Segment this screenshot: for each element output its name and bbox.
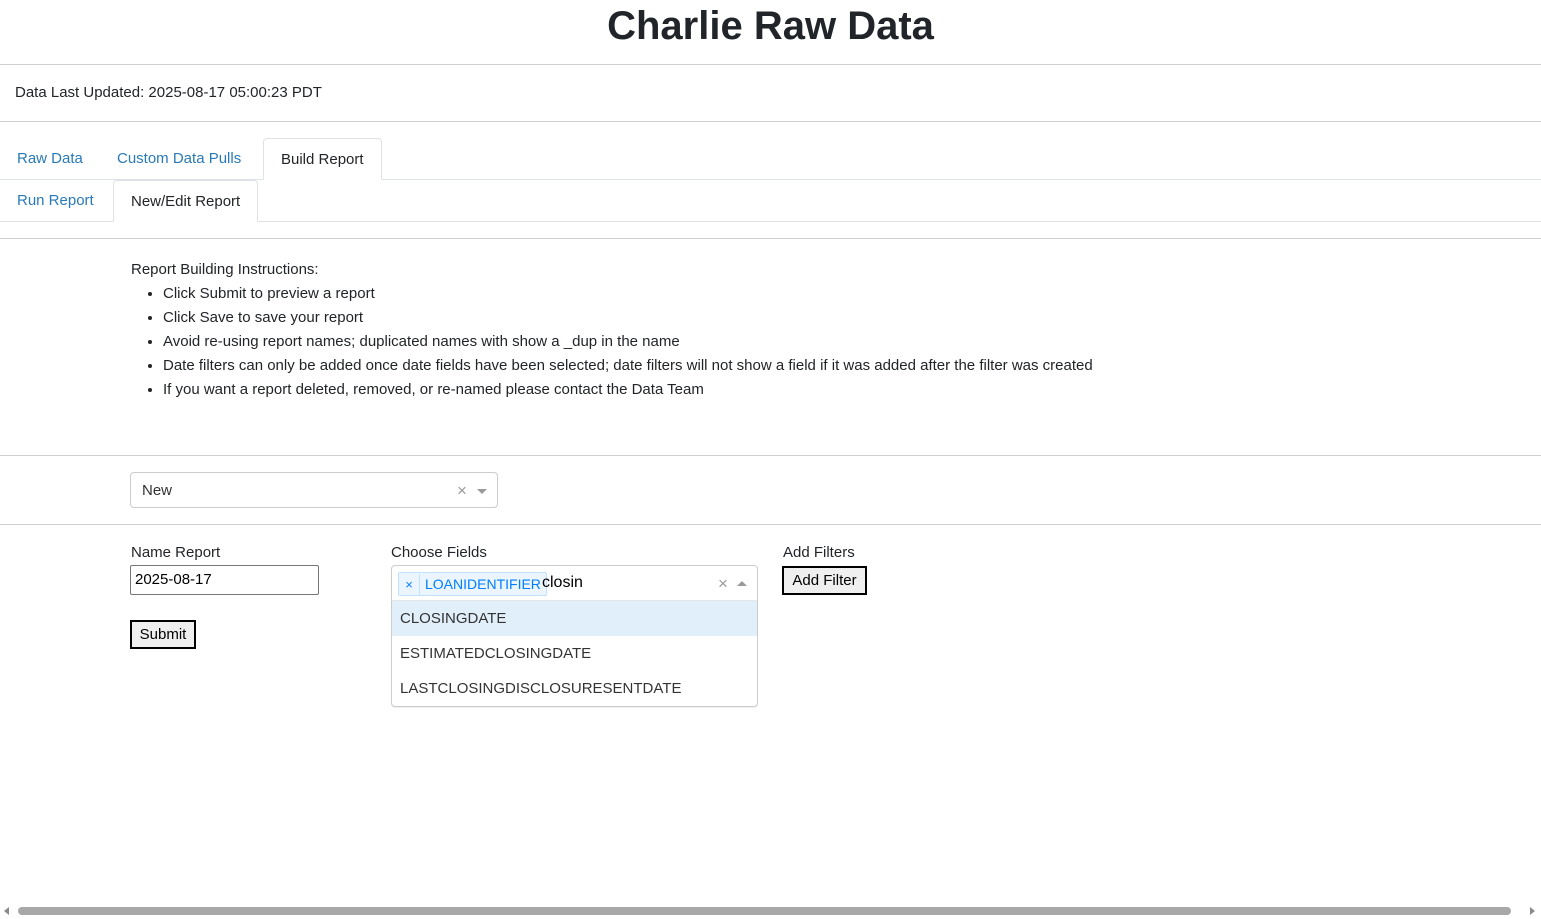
divider (0, 121, 1541, 122)
instruction-item: If you want a report deleted, removed, o… (163, 378, 1111, 402)
instruction-item: Avoid re-using report names; duplicated … (163, 330, 1111, 354)
fields-dropdown-menu: CLOSINGDATE ESTIMATEDCLOSINGDATE LASTCLO… (391, 600, 758, 707)
instructions-heading: Report Building Instructions: (131, 261, 319, 278)
selected-field-chip: × LOANIDENTIFIER (398, 572, 547, 596)
divider (0, 455, 1541, 456)
clear-icon[interactable]: × (457, 482, 467, 499)
instructions-panel: Report Building Instructions: Click Subm… (131, 258, 1111, 402)
fields-search-input[interactable]: closin (542, 574, 583, 592)
add-filters-label: Add Filters (783, 544, 855, 561)
scrollbar-thumb[interactable] (18, 907, 1511, 915)
instruction-item: Click Submit to preview a report (163, 282, 1111, 306)
divider (0, 64, 1541, 65)
chevron-up-icon[interactable] (737, 581, 747, 586)
main-tabs: Raw Data Custom Data Pulls Build Report (0, 138, 1541, 180)
instructions-list: Click Submit to preview a report Click S… (131, 282, 1111, 402)
clear-icon[interactable]: × (718, 575, 728, 592)
last-updated-text: Data Last Updated: 2025-08-17 05:00:23 P… (15, 84, 322, 101)
scroll-right-icon[interactable] (1530, 907, 1535, 915)
divider (0, 524, 1541, 525)
tab-build-report[interactable]: Build Report (263, 138, 382, 180)
dropdown-option[interactable]: CLOSINGDATE (392, 601, 757, 636)
tab-custom-data-pulls[interactable]: Custom Data Pulls (100, 138, 258, 179)
tab-new-edit-report[interactable]: New/Edit Report (113, 180, 259, 222)
choose-fields-label: Choose Fields (391, 544, 487, 561)
add-filter-button[interactable]: Add Filter (782, 566, 867, 595)
chevron-down-icon[interactable] (477, 489, 487, 494)
submit-button[interactable]: Submit (130, 620, 196, 649)
choose-fields-select[interactable]: × LOANIDENTIFIER closin × (391, 565, 758, 601)
tab-run-report[interactable]: Run Report (0, 180, 111, 221)
tab-raw-data[interactable]: Raw Data (0, 138, 100, 179)
name-report-input[interactable]: 2025-08-17 (130, 565, 319, 595)
remove-chip-icon[interactable]: × (399, 574, 420, 596)
dropdown-option[interactable]: ESTIMATEDCLOSINGDATE (392, 636, 757, 671)
page-title: Charlie Raw Data (607, 4, 934, 48)
report-select[interactable]: New × (130, 472, 498, 508)
chip-label: LOANIDENTIFIER (425, 576, 541, 592)
name-report-label: Name Report (131, 544, 221, 561)
instruction-item: Date filters can only be added once date… (163, 354, 1111, 378)
divider (0, 238, 1541, 239)
horizontal-scrollbar[interactable] (0, 903, 1541, 919)
dropdown-option[interactable]: LASTCLOSINGDISCLOSURESENTDATE (392, 671, 757, 706)
scroll-left-icon[interactable] (4, 907, 9, 915)
instruction-item: Click Save to save your report (163, 306, 1111, 330)
report-select-value: New (142, 482, 173, 499)
sub-tabs: Run Report New/Edit Report (0, 180, 1541, 222)
